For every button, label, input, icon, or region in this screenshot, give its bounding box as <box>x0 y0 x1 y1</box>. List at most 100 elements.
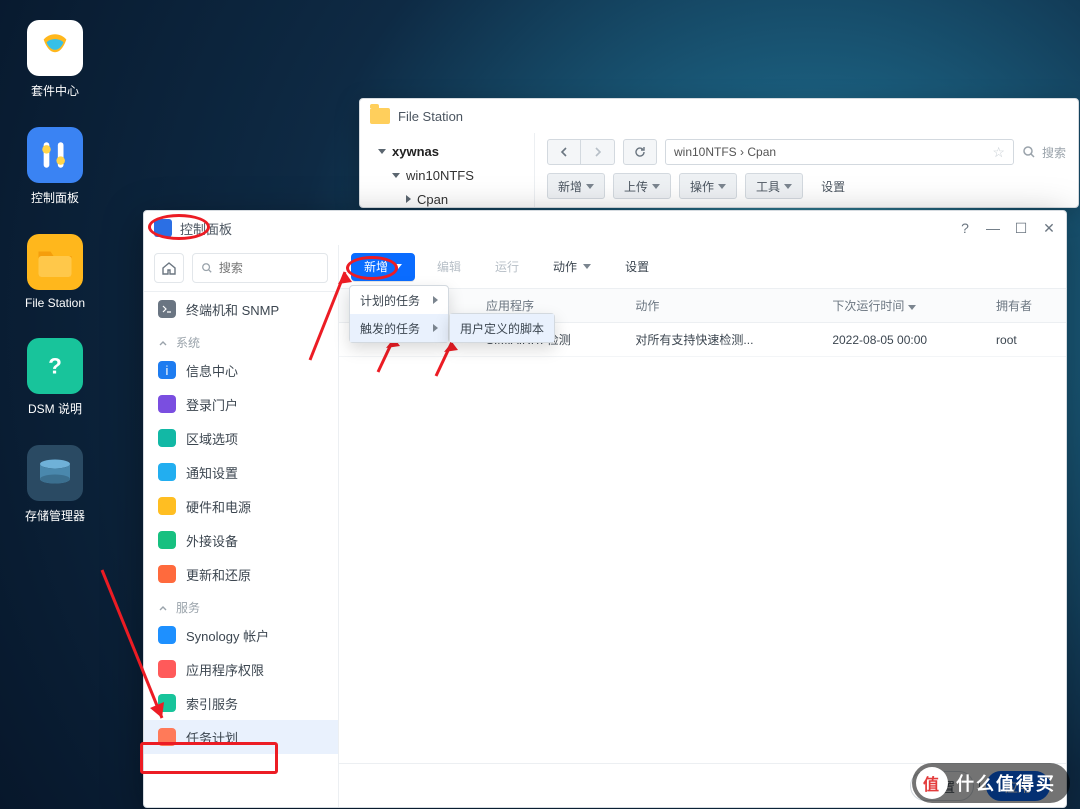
caret-down-icon <box>378 149 386 154</box>
menu-script[interactable]: 用户定义的脚本 <box>450 314 554 342</box>
bulb-icon <box>158 497 176 515</box>
sidebar-item-app[interactable]: 应用程序权限 <box>144 652 338 686</box>
sidebar-item-label: 终端机和 SNMP <box>186 300 279 319</box>
task-table-wrap[interactable]: 任务名称 应用程序 动作 下次运行时间 拥有者 S.M.A.R.T. 检测 <box>339 289 1066 763</box>
cp-title: 控制面板 <box>180 219 232 238</box>
sidebar-item-hw[interactable]: 硬件和电源 <box>144 489 338 523</box>
sidebar-item-label: 通知设置 <box>186 463 238 482</box>
chevron-down-icon <box>394 264 402 269</box>
fs-btn-tool[interactable]: 工具 <box>745 173 803 199</box>
action-button[interactable]: 动作 <box>541 253 603 281</box>
new-submenu[interactable]: 用户定义的脚本 <box>449 313 555 343</box>
new-button[interactable]: 新增 <box>351 253 415 281</box>
col-next[interactable]: 下次运行时间 <box>822 289 986 323</box>
home-icon <box>161 260 177 276</box>
fs-btn-settings[interactable]: 设置 <box>811 173 855 199</box>
search-field[interactable] <box>219 261 319 275</box>
settings-button[interactable]: 设置 <box>613 253 661 281</box>
watermark-text: 什么值得买 <box>956 770 1056 796</box>
close-button[interactable]: ✕ <box>1042 221 1056 235</box>
sidebar-item-index[interactable]: 索引服务 <box>144 686 338 720</box>
cp-sidebar: 终端机和 SNMP 系统 i信息中心 登录门户 区域选项 通知设置 硬件和电源 … <box>144 245 339 807</box>
nav-back-button[interactable] <box>547 139 581 165</box>
new-dropdown[interactable]: 计划的任务 触发的任务 <box>349 285 449 343</box>
breadcrumb[interactable]: win10NTFS › Cpan ☆ <box>665 139 1014 165</box>
menu-scheduled[interactable]: 计划的任务 <box>350 286 448 314</box>
section-service[interactable]: 服务 <box>144 591 338 618</box>
col-owner[interactable]: 拥有者 <box>986 289 1066 323</box>
sidebar-item-login[interactable]: 登录门户 <box>144 387 338 421</box>
col-act[interactable]: 动作 <box>625 289 822 323</box>
nav-forward-button[interactable] <box>581 139 615 165</box>
help-button[interactable]: ? <box>958 221 972 235</box>
search-input[interactable] <box>192 253 328 283</box>
sidebar-item-ext[interactable]: 外接设备 <box>144 523 338 557</box>
sidebar-item-task[interactable]: 任务计划 <box>144 720 338 754</box>
folder-icon <box>370 108 390 124</box>
package-icon <box>27 20 83 76</box>
fs-btn-action[interactable]: 操作 <box>679 173 737 199</box>
star-icon[interactable]: ☆ <box>992 144 1005 161</box>
watermark-icon: 值 <box>916 767 948 799</box>
sidebar-item-label: 区域选项 <box>186 429 238 448</box>
fs-btn-upload[interactable]: 上传 <box>613 173 671 199</box>
login-icon <box>158 395 176 413</box>
cp-titlebar[interactable]: 控制面板 ? — ☐ ✕ <box>144 211 1066 245</box>
sidebar-item-label: 登录门户 <box>186 395 238 414</box>
menu-triggered[interactable]: 触发的任务 <box>350 314 448 342</box>
section-system[interactable]: 系统 <box>144 326 338 353</box>
dicon-control[interactable]: 控制面板 <box>10 127 100 206</box>
cell-next: 2022-08-05 00:00 <box>822 323 986 357</box>
dicon-dsm[interactable]: ? DSM 说明 <box>10 338 100 417</box>
refresh-button[interactable] <box>623 139 657 165</box>
run-button[interactable]: 运行 <box>483 253 531 281</box>
caret-right-icon <box>406 195 411 203</box>
home-button[interactable] <box>154 253 184 283</box>
sidebar-item-notif[interactable]: 通知设置 <box>144 455 338 489</box>
edit-button[interactable]: 编辑 <box>425 253 473 281</box>
fs-tree[interactable]: xywnas win10NTFS Cpan <box>360 133 535 207</box>
tree-vol[interactable]: win10NTFS <box>406 168 474 183</box>
file-station-window[interactable]: File Station xywnas win10NTFS Cpan win10… <box>359 98 1079 208</box>
folder-icon <box>27 234 83 290</box>
fs-titlebar[interactable]: File Station <box>360 99 1078 133</box>
fs-search[interactable]: 搜索 <box>1022 144 1066 161</box>
dicon-storage[interactable]: 存储管理器 <box>10 445 100 524</box>
sidebar-item-info[interactable]: i信息中心 <box>144 353 338 387</box>
sidebar-item-region[interactable]: 区域选项 <box>144 421 338 455</box>
apps-icon <box>158 660 176 678</box>
section-label: 系统 <box>176 334 200 351</box>
sidebar-item-upd[interactable]: 更新和还原 <box>144 557 338 591</box>
controlpanel-icon <box>154 219 172 237</box>
sidebar-item-label: 信息中心 <box>186 361 238 380</box>
control-panel-window[interactable]: 控制面板 ? — ☐ ✕ 终端机和 <box>143 210 1067 808</box>
sidebar-item-terminal[interactable]: 终端机和 SNMP <box>144 292 338 326</box>
cell-act: 对所有支持快速检测... <box>625 323 822 357</box>
dicon-package[interactable]: 套件中心 <box>10 20 100 99</box>
globe-icon <box>158 429 176 447</box>
sidebar-item-label: 外接设备 <box>186 531 238 550</box>
maximize-button[interactable]: ☐ <box>1014 221 1028 235</box>
account-icon <box>158 626 176 644</box>
usb-icon <box>158 531 176 549</box>
sidebar-item-label: 索引服务 <box>186 694 238 713</box>
dicon-filestation[interactable]: File Station <box>10 234 100 310</box>
tree-folder[interactable]: Cpan <box>417 192 448 207</box>
fs-toolbar: 新增 上传 操作 工具 设置 <box>547 173 1066 199</box>
tree-root[interactable]: xywnas <box>392 144 439 159</box>
sidebar-item-label: 硬件和电源 <box>186 497 251 516</box>
dicon-label: 存储管理器 <box>10 507 100 524</box>
fs-btn-new[interactable]: 新增 <box>547 173 605 199</box>
chevron-down-icon <box>586 184 594 189</box>
search-icon <box>201 261 213 275</box>
caret-down-icon <box>392 173 400 178</box>
chevron-up-icon <box>158 338 168 348</box>
chevron-up-icon <box>158 603 168 613</box>
sidebar-item-account[interactable]: Synology 帐户 <box>144 618 338 652</box>
terminal-icon <box>158 300 176 318</box>
sort-icon <box>908 305 916 310</box>
chevron-down-icon <box>652 184 660 189</box>
sidebar-item-label: Synology 帐户 <box>186 626 269 645</box>
desktop: 套件中心 控制面板 File Station ? DSM 说明 存储管理器 <box>0 0 1080 809</box>
minimize-button[interactable]: — <box>986 221 1000 235</box>
